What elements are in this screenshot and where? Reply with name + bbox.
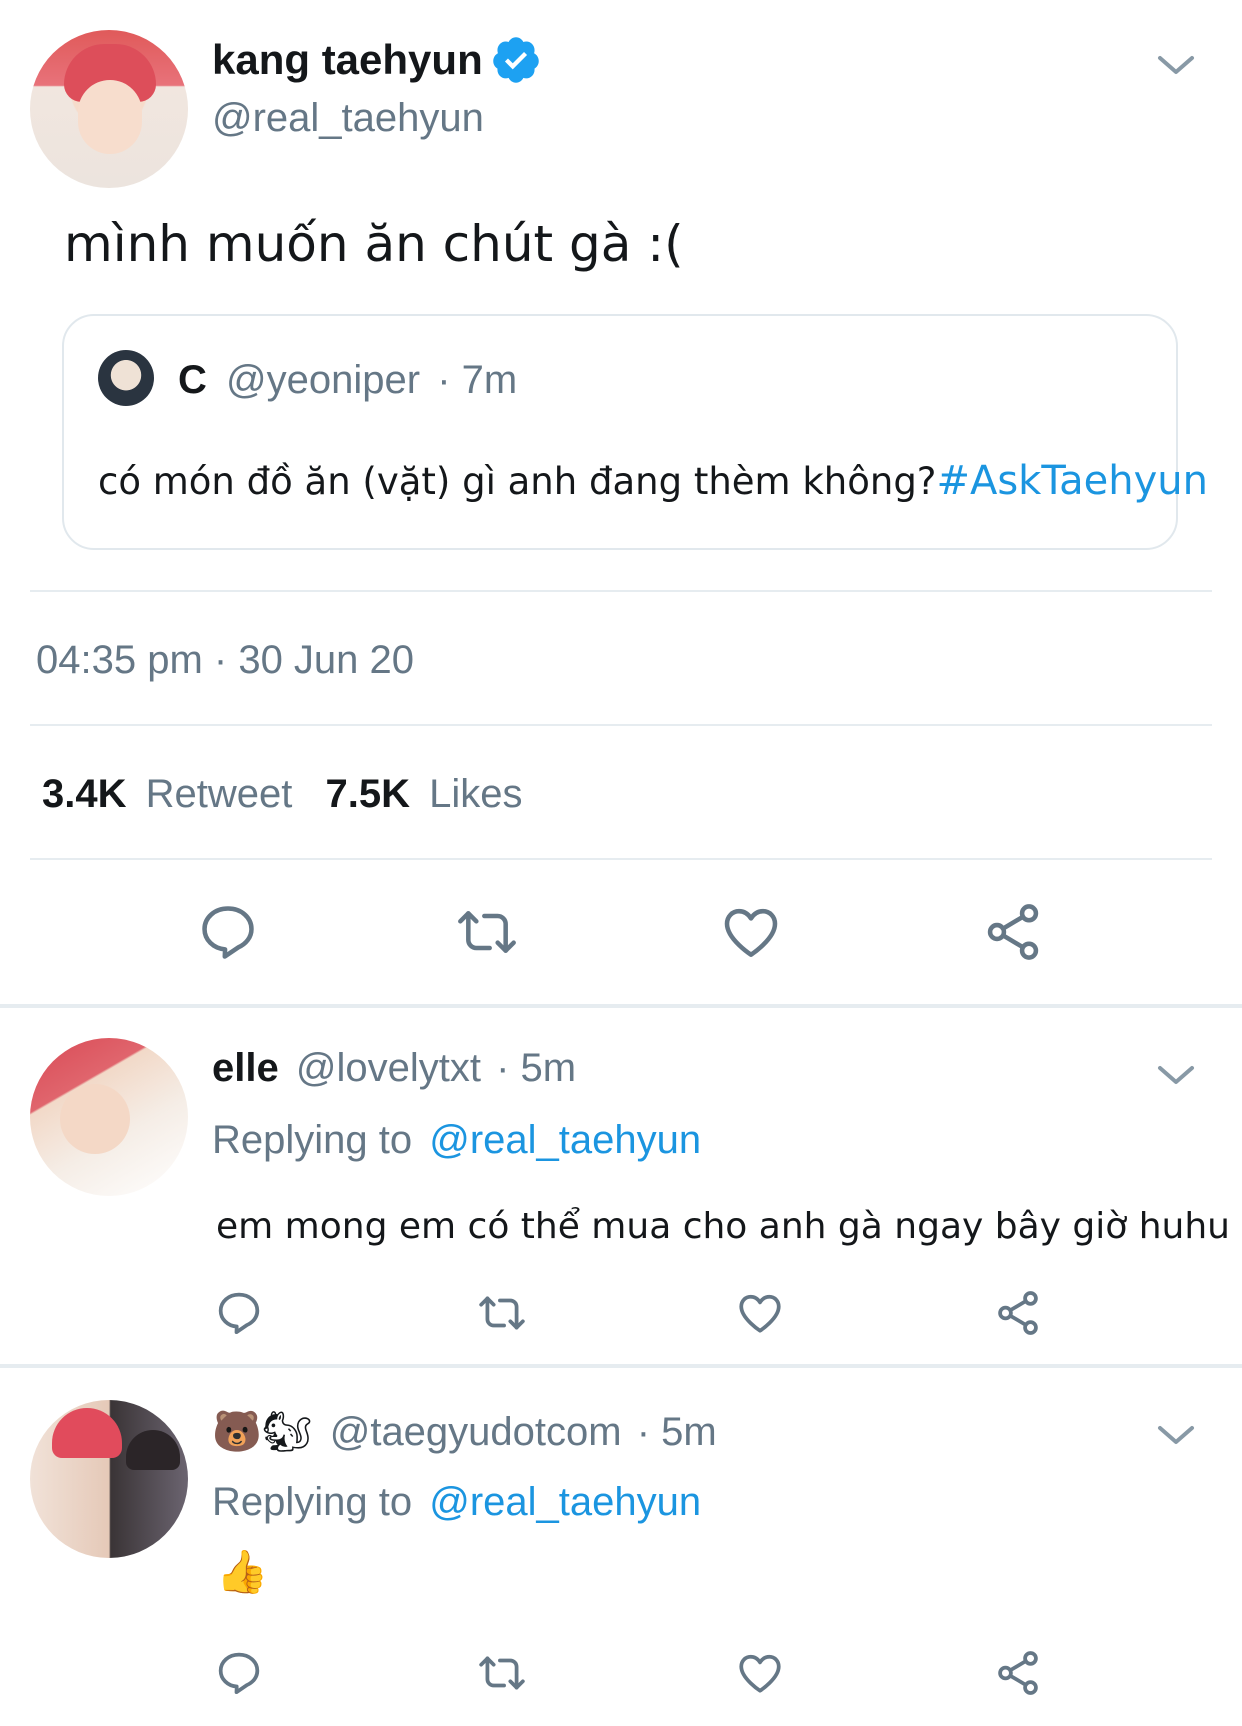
retweet-icon[interactable] [452,900,522,964]
replying-to-label: Replying to [212,1480,413,1524]
divider [30,590,1212,592]
replying-to-handle[interactable]: @real_taehyun [429,1480,701,1524]
reply-author-handle[interactable]: @lovelytxt [296,1046,481,1090]
like-icon[interactable] [734,1648,786,1698]
quoted-text: có món đồ ăn (vặt) gì anh đang thèm khôn… [98,460,937,503]
reply-icon[interactable] [214,1648,264,1698]
like-icon[interactable] [718,900,784,964]
reply-avatar[interactable] [30,1038,188,1196]
share-icon[interactable] [980,900,1046,964]
quoted-author-avatar[interactable] [98,350,154,406]
reply-text: em mong em có thể mua cho anh gà ngay bâ… [216,1206,1230,1247]
like-count[interactable]: 7.5K [326,772,411,816]
author-handle[interactable]: @real_taehyun [212,96,484,141]
like-label[interactable]: Likes [429,772,522,816]
quoted-tweet-card[interactable]: C @yeoniper · 7m có món đồ ăn (vặt) gì a… [62,314,1208,550]
chevron-down-icon[interactable] [1156,1060,1196,1090]
like-icon[interactable] [734,1288,786,1338]
section-divider [0,1004,1242,1008]
divider [30,858,1212,860]
reply-time: · 5m [496,1046,577,1090]
reply-time: · 5m [636,1410,717,1454]
reply-author-name[interactable]: elle [212,1046,279,1090]
retweet-label[interactable]: Retweet [146,772,293,816]
retweet-icon[interactable] [474,1648,530,1698]
reply-author-name[interactable]: 🐻🐿 [212,1410,313,1454]
quoted-hashtag[interactable]: #AskTaehyun [936,458,1208,504]
tweet-text: mình muốn ăn chút gà :( [64,215,684,273]
author-display-name[interactable]: kang taehyun [212,36,483,84]
reply-text: 👍 [216,1548,269,1595]
chevron-down-icon[interactable] [1156,50,1196,80]
retweet-icon[interactable] [474,1288,530,1338]
reply-icon[interactable] [196,900,260,964]
engagement-stats: 3.4K Retweet 7.5K Likes [42,772,523,817]
author-avatar[interactable] [30,30,188,188]
share-icon[interactable] [992,1288,1044,1338]
divider [30,724,1212,726]
share-icon[interactable] [992,1648,1044,1698]
reply-author-handle[interactable]: @taegyudotcom [330,1410,622,1454]
tweet-timestamp[interactable]: 04:35 pm · 30 Jun 20 [36,638,414,683]
section-divider [0,1364,1242,1368]
quoted-time: · 7m [437,358,518,402]
reply-avatar[interactable] [30,1400,188,1558]
replying-to-label: Replying to [212,1118,413,1162]
replying-to-handle[interactable]: @real_taehyun [429,1118,701,1162]
quoted-author-name[interactable]: C [178,358,207,402]
reply-icon[interactable] [214,1288,264,1338]
retweet-count[interactable]: 3.4K [42,772,127,816]
chevron-down-icon[interactable] [1156,1420,1196,1450]
verified-badge-icon [490,34,542,86]
quoted-author-handle[interactable]: @yeoniper [226,358,420,402]
